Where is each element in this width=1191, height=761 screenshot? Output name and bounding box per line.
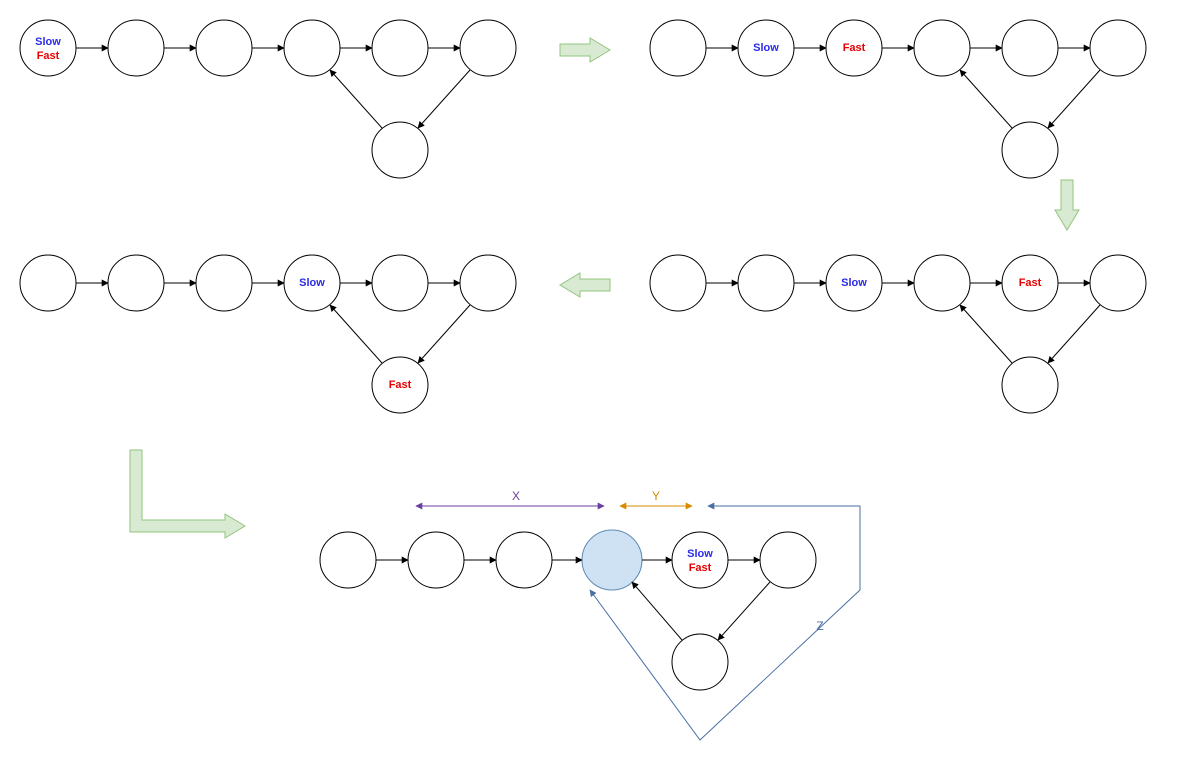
transition-arrow-1 (560, 38, 610, 62)
step2-node-6 (1002, 122, 1058, 178)
arrow (418, 70, 470, 128)
arrow (1048, 70, 1100, 128)
step5-node-0 (320, 532, 376, 588)
step3-node-6 (1002, 357, 1058, 413)
step4-node-1 (108, 255, 164, 311)
step3-node-0 (650, 255, 706, 311)
step2-node-0 (650, 20, 706, 76)
arrow (330, 305, 382, 363)
step4-node-2 (196, 255, 252, 311)
arrow (1048, 305, 1100, 363)
arrow (960, 305, 1012, 363)
step1-node-5 (460, 20, 516, 76)
step3: Slow Fast (650, 255, 1146, 413)
step1-node-4 (372, 20, 428, 76)
step5-node-5 (760, 532, 816, 588)
step1-node-0 (20, 20, 76, 76)
dimension-x-label: X (512, 489, 520, 503)
arrow (418, 305, 470, 363)
step5-node-2 (496, 532, 552, 588)
step4: Slow Fast (20, 255, 516, 413)
step5: Slow Fast X Y Z (320, 489, 860, 740)
slow-label: Slow (687, 548, 713, 560)
step2-node-3 (914, 20, 970, 76)
arrow (632, 582, 682, 640)
fast-label: Fast (37, 50, 60, 62)
step4-node-0 (20, 255, 76, 311)
step5-node-6 (672, 634, 728, 690)
step5-node-1 (408, 532, 464, 588)
step3-node-5 (1090, 255, 1146, 311)
arrow (960, 70, 1012, 128)
step4-node-5 (460, 255, 516, 311)
slow-label: Slow (35, 36, 61, 48)
transition-arrow-3 (560, 273, 610, 297)
step3-node-3 (914, 255, 970, 311)
step2-node-4 (1002, 20, 1058, 76)
step2: Slow Fast (650, 20, 1146, 178)
transition-arrow-4 (130, 450, 245, 538)
slow-label: Slow (299, 277, 325, 289)
diagram-canvas: Slow Fast Slow Fast (0, 0, 1191, 761)
step1-node-6 (372, 122, 428, 178)
step1-node-3 (284, 20, 340, 76)
dimension-z-label: Z (816, 619, 823, 633)
step2-node-5 (1090, 20, 1146, 76)
fast-label: Fast (1019, 277, 1042, 289)
fast-label: Fast (389, 379, 412, 391)
step3-node-1 (738, 255, 794, 311)
arrow (330, 70, 382, 128)
fast-label: Fast (689, 562, 712, 574)
slow-label: Slow (753, 42, 779, 54)
step1-node-2 (196, 20, 252, 76)
arrow (718, 582, 770, 640)
step1: Slow Fast (20, 20, 516, 178)
step5-node-4 (672, 532, 728, 588)
fast-label: Fast (843, 42, 866, 54)
dimension-y-label: Y (652, 489, 660, 503)
transition-arrow-2 (1055, 180, 1079, 230)
step4-node-4 (372, 255, 428, 311)
step5-node-3-cycle-entry (582, 530, 642, 590)
step1-node-1 (108, 20, 164, 76)
slow-label: Slow (841, 277, 867, 289)
